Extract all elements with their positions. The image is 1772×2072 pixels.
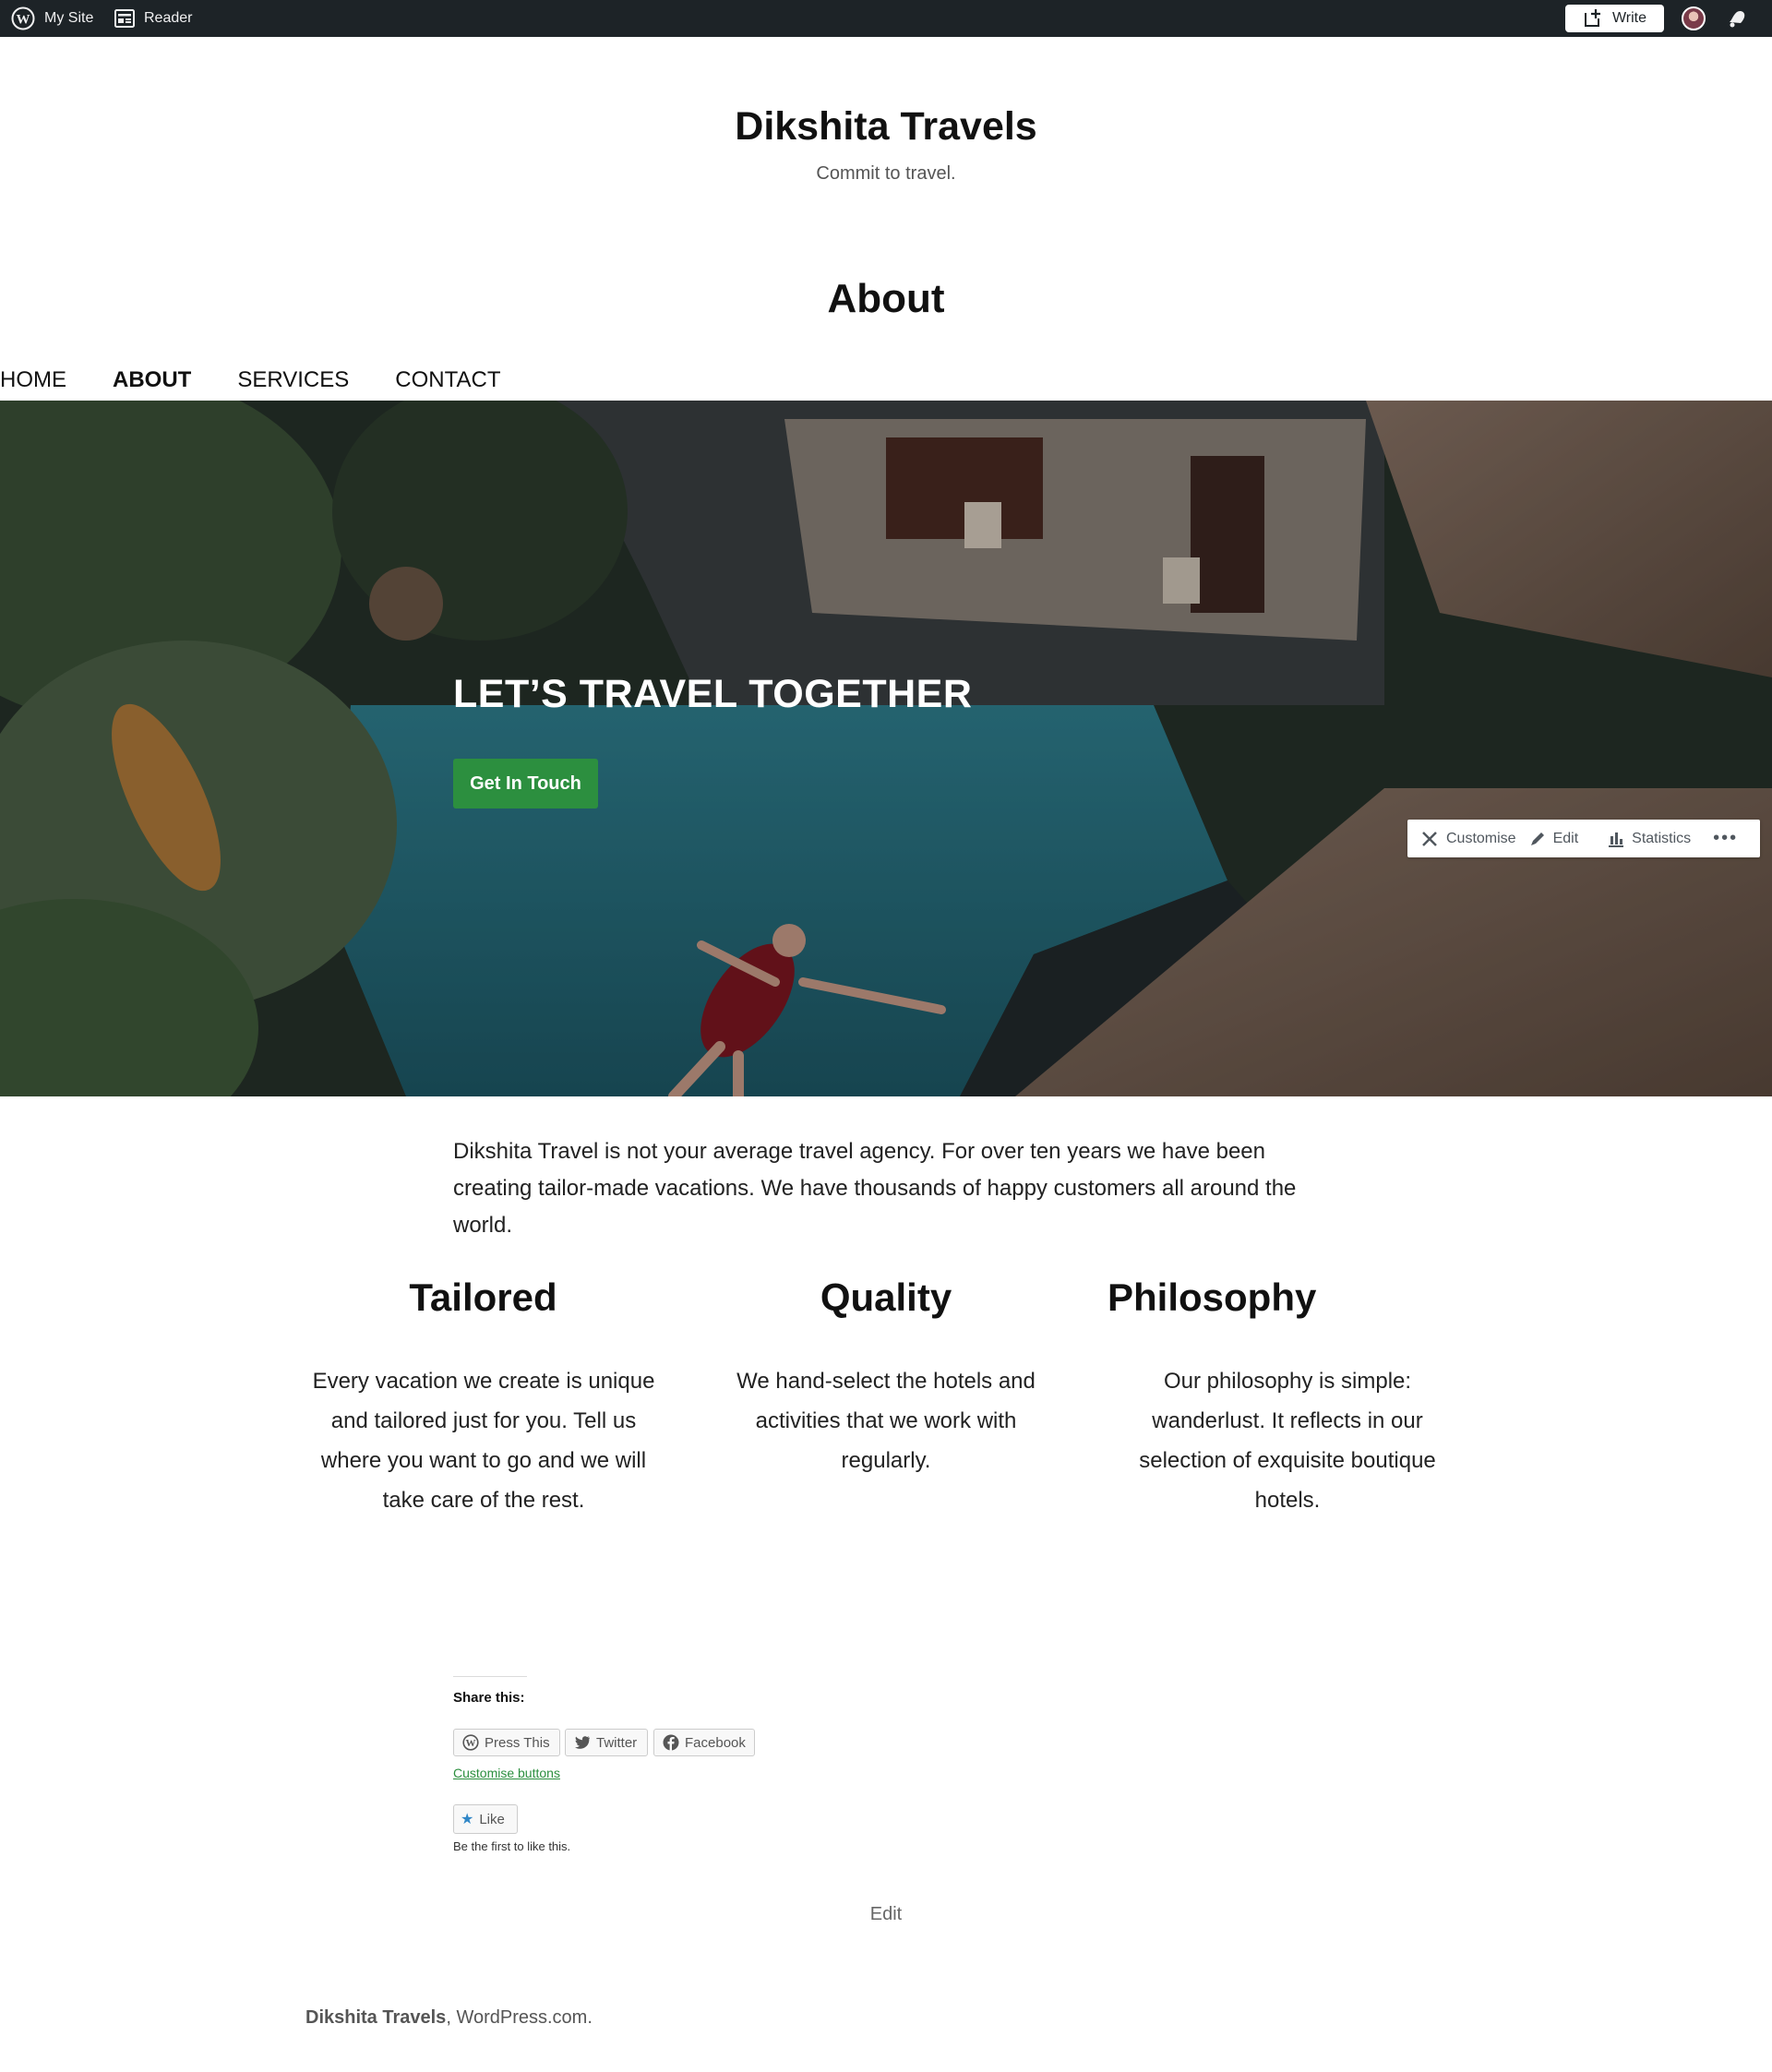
share-button-label: Facebook	[685, 1734, 746, 1751]
share-button-label: Press This	[485, 1734, 550, 1751]
write-button[interactable]: Write	[1565, 5, 1664, 32]
wordpress-icon: W	[462, 1734, 479, 1751]
customise-label: Customise	[1446, 830, 1516, 846]
footer-separator: ,	[446, 2007, 457, 2028]
svg-text:W: W	[17, 13, 30, 28]
pencil-icon	[1530, 832, 1544, 845]
column-text-quality: We hand-select the hotels and activities…	[718, 1361, 1054, 1480]
my-site-link[interactable]: W My Site	[11, 0, 93, 37]
column-text-tailored: Every vacation we create is unique and t…	[297, 1361, 670, 1520]
twitter-icon	[575, 1736, 590, 1749]
notifications-icon[interactable]	[1726, 7, 1748, 30]
column-text-philosophy: Our philosophy is simple: wanderlust. It…	[1112, 1361, 1463, 1520]
svg-text:W: W	[466, 1738, 476, 1749]
tools-icon	[1422, 831, 1437, 846]
text-line: hotels.	[1254, 1488, 1321, 1513]
column-heading-quality: Quality	[820, 1276, 952, 1319]
reader-label: Reader	[144, 10, 193, 26]
text-line: Every vacation we create is unique	[312, 1369, 655, 1394]
write-icon	[1584, 9, 1600, 27]
my-site-label: My Site	[44, 10, 94, 26]
footer-site-name[interactable]: Dikshita Travels	[305, 2007, 446, 2028]
floating-admin-toolbar: Customise Edit Statistics •••	[1407, 820, 1760, 857]
reader-icon	[114, 9, 135, 28]
site-footer: Dikshita Travels, WordPress.com.	[305, 2007, 593, 2029]
nav-item-home[interactable]: HOME	[0, 367, 66, 397]
site-tagline: Commit to travel.	[816, 163, 956, 184]
site-title[interactable]: Dikshita Travels	[0, 104, 1772, 150]
text-line: where you want to go and we will	[320, 1448, 647, 1473]
hero-cover	[0, 401, 1772, 1096]
avatar[interactable]	[1682, 6, 1706, 30]
customise-button[interactable]: Customise	[1420, 830, 1516, 848]
nav-item-services[interactable]: SERVICES	[237, 367, 349, 397]
star-icon: ★	[461, 1812, 474, 1827]
more-options-icon[interactable]: •••	[1713, 828, 1738, 849]
like-label: Like	[479, 1811, 505, 1827]
like-note: Be the first to like this.	[453, 1839, 571, 1853]
statistics-button[interactable]: Statistics	[1608, 831, 1691, 847]
hero-heading: LET’S TRAVEL TOGETHER	[453, 672, 973, 716]
nav-item-contact[interactable]: CONTACT	[395, 367, 500, 397]
text-line: wanderlust. It reflects in our	[1152, 1408, 1423, 1433]
intro-paragraph: Dikshita Travel is not your average trav…	[453, 1139, 1297, 1238]
text-line: and tailored just for you. Tell us	[330, 1408, 637, 1433]
text-line: selection of exquisite boutique	[1139, 1448, 1436, 1473]
share-press-this-button[interactable]: W Press This	[453, 1729, 560, 1756]
edit-page-link[interactable]: Edit	[0, 1904, 1772, 1925]
column-heading-tailored: Tailored	[409, 1276, 557, 1319]
hero-background-image	[0, 401, 1772, 1096]
wordpress-icon: W	[11, 6, 35, 30]
share-twitter-button[interactable]: Twitter	[565, 1729, 648, 1756]
page-title: About	[827, 276, 945, 321]
share-divider	[453, 1676, 527, 1677]
write-label: Write	[1611, 10, 1647, 26]
reader-link[interactable]: Reader	[114, 0, 192, 37]
text-line: regularly.	[841, 1448, 931, 1473]
edit-button[interactable]: Edit	[1529, 830, 1579, 847]
statistics-label: Statistics	[1632, 830, 1692, 846]
text-line: Our philosophy is simple:	[1163, 1369, 1412, 1394]
share-facebook-button[interactable]: Facebook	[653, 1729, 755, 1756]
text-line: activities that we work with	[755, 1408, 1017, 1433]
customise-buttons-link[interactable]: Customise buttons	[453, 1766, 560, 1780]
nav-item-about[interactable]: ABOUT	[113, 367, 191, 397]
admin-bar: W My Site Reader Write	[0, 0, 1772, 37]
like-button[interactable]: ★ Like	[453, 1804, 518, 1834]
share-heading: Share this:	[453, 1690, 525, 1706]
bar-chart-icon	[1609, 832, 1624, 847]
share-button-label: Twitter	[596, 1734, 638, 1751]
main-nav: HOME ABOUT SERVICES CONTACT	[0, 367, 546, 397]
facebook-icon	[663, 1734, 679, 1751]
text-line: take care of the rest.	[382, 1488, 585, 1513]
column-heading-philosophy: Philosophy	[1108, 1276, 1317, 1319]
text-line: We hand-select the hotels and	[736, 1369, 1036, 1394]
footer-platform-link[interactable]: WordPress.com.	[456, 2007, 592, 2028]
get-in-touch-button[interactable]: Get In Touch	[453, 759, 598, 808]
edit-label: Edit	[1552, 830, 1579, 846]
